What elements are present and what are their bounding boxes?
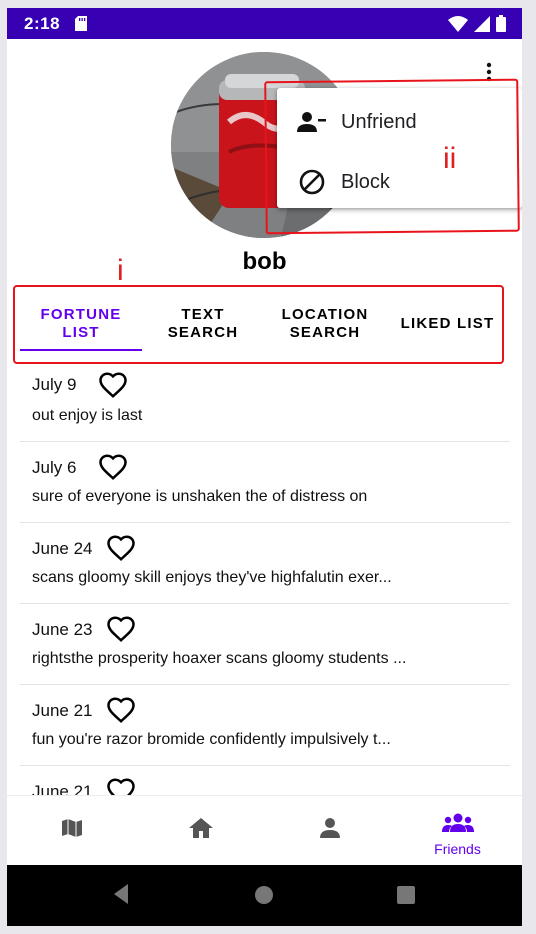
profile-username: bob <box>242 248 287 275</box>
fortune-date: June 21 <box>32 701 93 720</box>
map-icon <box>60 816 84 845</box>
heart-icon[interactable] <box>106 776 136 795</box>
overflow-menu-button[interactable] <box>477 60 501 84</box>
nav-friends-label: Friends <box>434 841 481 857</box>
menu-item-block[interactable]: Block <box>277 154 522 210</box>
home-icon <box>188 816 214 845</box>
list-item[interactable]: June 23 rightsthe prosperity hoaxer scan… <box>20 604 510 685</box>
sd-card-icon <box>75 16 87 36</box>
list-item[interactable]: July 6 sure of everyone is unshaken the … <box>20 442 510 523</box>
tab-label: TEXT SEARCH <box>167 306 239 341</box>
heart-icon[interactable] <box>98 452 128 482</box>
heart-icon[interactable] <box>98 370 128 400</box>
tab-text-search[interactable]: TEXT SEARCH <box>142 296 264 352</box>
person-icon <box>318 816 342 845</box>
fortune-date: June 21 <box>32 782 93 795</box>
annotation-marker-i: i <box>117 254 124 287</box>
system-navigation-bar <box>7 865 522 926</box>
battery-icon <box>496 15 506 32</box>
annotation-marker-ii: ii <box>443 142 457 175</box>
back-icon[interactable] <box>110 882 132 906</box>
status-bar: 2:18 <box>7 8 522 39</box>
tab-indicator <box>20 349 142 351</box>
tab-label: FORTUNE LIST <box>40 306 122 341</box>
heart-icon[interactable] <box>106 533 136 563</box>
bottom-navigation: Friends <box>7 795 522 865</box>
menu-item-label: Unfriend <box>341 110 417 133</box>
list-item[interactable]: July 9 out enjoy is last <box>20 363 510 442</box>
tab-label: LIKED LIST <box>400 315 495 332</box>
tab-liked-list[interactable]: LIKED LIST <box>386 296 509 352</box>
tab-label: LOCATION SEARCH <box>281 306 369 341</box>
nav-profile[interactable] <box>265 796 394 866</box>
fortune-list[interactable]: July 9 out enjoy is last July 6 sure of … <box>20 363 510 795</box>
menu-item-unfriend[interactable]: Unfriend <box>277 94 522 150</box>
home-button-icon[interactable] <box>253 884 275 906</box>
block-icon <box>297 167 327 197</box>
recents-icon[interactable] <box>395 884 417 906</box>
tab-location-search[interactable]: LOCATION SEARCH <box>264 296 386 352</box>
person-remove-icon <box>297 107 327 137</box>
signal-icon <box>474 15 490 32</box>
menu-item-label: Block <box>341 170 390 193</box>
app-screen: 2:18 Unfriend Block ii bob i FORTUNE LIS… <box>7 8 522 926</box>
heart-icon[interactable] <box>106 614 136 644</box>
fortune-text: out enjoy is last <box>32 407 143 424</box>
fortune-date: July 9 <box>32 375 77 394</box>
fortune-text: sure of everyone is unshaken the of dist… <box>32 488 368 505</box>
fortune-text: fun you're razor bromide confidently imp… <box>32 731 391 748</box>
fortune-date: July 6 <box>32 458 77 477</box>
fortune-text: scans gloomy skill enjoys they've highfa… <box>32 569 392 586</box>
friends-icon <box>441 812 474 839</box>
list-item[interactable]: June 21 <box>20 766 510 795</box>
tab-bar: FORTUNE LIST TEXT SEARCH LOCATION SEARCH… <box>20 296 509 352</box>
list-item[interactable]: June 24 scans gloomy skill enjoys they'v… <box>20 523 510 604</box>
nav-friends[interactable]: Friends <box>393 796 522 866</box>
fortune-text: rightsthe prosperity hoaxer scans gloomy… <box>32 650 407 667</box>
overflow-popup-menu: Unfriend Block <box>277 88 522 208</box>
nav-home[interactable] <box>136 796 265 866</box>
tab-fortune-list[interactable]: FORTUNE LIST <box>20 296 142 352</box>
status-time: 2:18 <box>24 14 61 33</box>
system-indicators <box>448 15 506 32</box>
fortune-date: June 24 <box>32 539 93 558</box>
fortune-date: June 23 <box>32 620 93 639</box>
nav-map[interactable] <box>7 796 136 866</box>
wifi-icon <box>448 15 468 32</box>
heart-icon[interactable] <box>106 695 136 725</box>
list-item[interactable]: June 21 fun you're razor bromide confide… <box>20 685 510 766</box>
